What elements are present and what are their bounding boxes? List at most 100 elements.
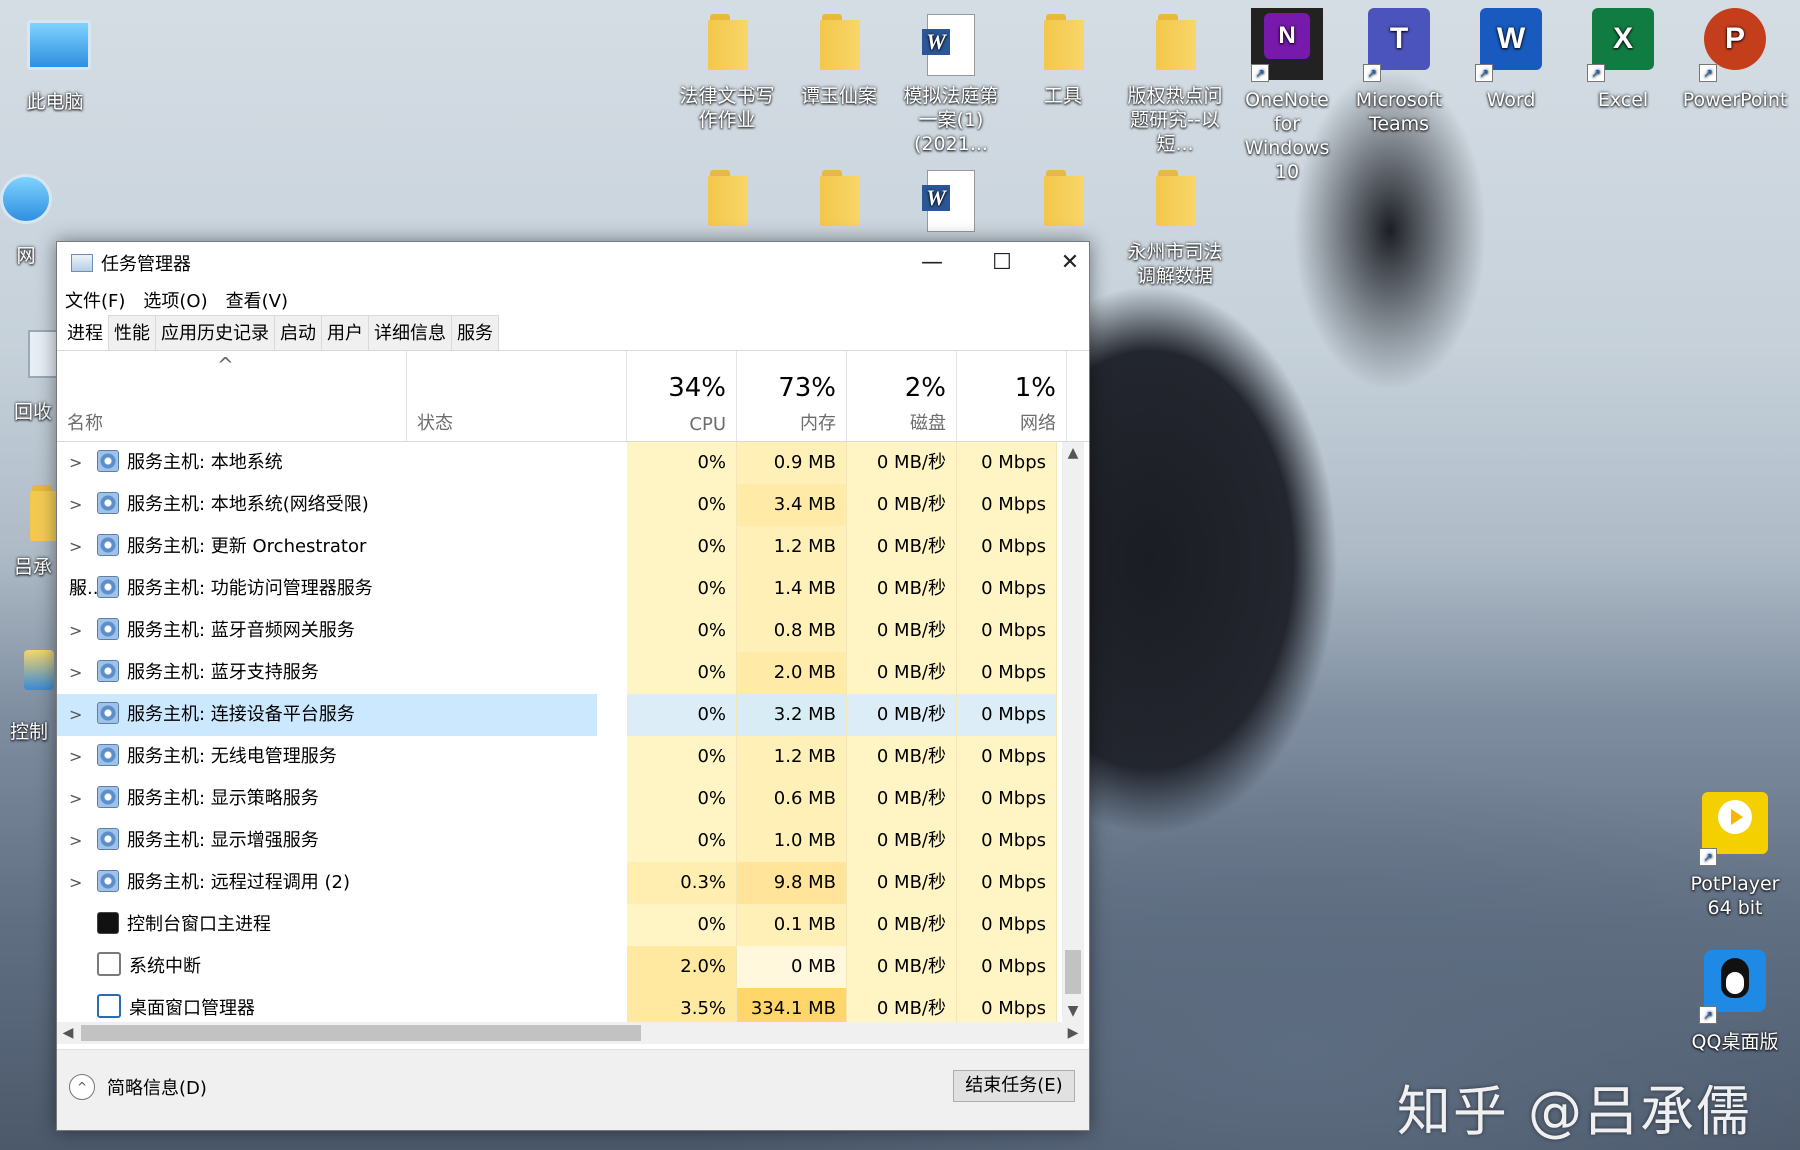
vertical-scrollbar[interactable]: ▲ ▼ [1062, 442, 1084, 1022]
desktop-doc-moot-court[interactable]: W 模拟法庭第一案(1) (2021... [896, 14, 1006, 156]
desktop-folder-tools[interactable]: 工具 [1008, 14, 1118, 108]
chevron-right-icon[interactable]: > [69, 652, 89, 694]
table-row[interactable]: 系统中断 2.0% 0 MB 0 MB/秒 0 Mbps [57, 946, 1062, 988]
desktop-app-excel[interactable]: X ↗ Excel [1568, 8, 1678, 112]
fewer-details-button[interactable]: ^ 简略信息(D) [69, 1074, 207, 1100]
desktop-icon-user-folder[interactable]: 吕承 [14, 485, 59, 579]
tab-app-history[interactable]: 应用历史记录 [155, 315, 275, 350]
column-disk[interactable]: 2% 磁盘 [847, 351, 957, 441]
chevron-right-icon[interactable]: > [69, 526, 89, 568]
menu-view[interactable]: 查看(V) [224, 287, 290, 313]
title-bar[interactable]: 任务管理器 — ☐ ✕ [57, 242, 1089, 284]
desktop-app-potplayer[interactable]: ↗ PotPlayer 64 bit [1680, 792, 1790, 920]
process-name: 服务主机: 功能访问管理器服务 [127, 578, 373, 599]
qq-penguin-icon [1704, 950, 1766, 1012]
chevron-right-icon[interactable]: > [69, 862, 89, 904]
table-row[interactable]: > 服务主机: 蓝牙支持服务 0% 2.0 MB 0 MB/秒 0 Mbps [57, 652, 1062, 694]
process-name-cell: > 服务主机: 连接设备平台服务 [57, 694, 407, 736]
gear-icon [97, 618, 119, 640]
gear-icon [97, 702, 119, 724]
close-button[interactable]: ✕ [1035, 242, 1105, 284]
desktop-app-teams[interactable]: T ↗ Microsoft Teams [1344, 8, 1454, 136]
end-task-button[interactable]: 结束任务(E) [953, 1070, 1075, 1102]
desktop-app-powerpoint[interactable]: P ↗ PowerPoint [1680, 8, 1790, 112]
chevron-right-icon[interactable]: > [69, 820, 89, 862]
desktop-folder-row2-c[interactable] [1008, 170, 1118, 240]
maximize-button[interactable]: ☐ [967, 242, 1037, 284]
process-name: 服务主机: 本地系统 [127, 452, 283, 473]
chevron-right-icon[interactable]: > [69, 484, 89, 526]
gear-icon [97, 492, 119, 514]
desktop-folder-tan-case[interactable]: 谭玉仙案 [784, 14, 894, 108]
folder-icon [816, 14, 862, 70]
desktop-icon-this-pc[interactable]: 此电脑 [0, 14, 110, 114]
desktop-app-qq[interactable]: ↗ QQ桌面版 [1680, 950, 1790, 1054]
table-row[interactable]: > 服务主机: 无线电管理服务 0% 1.2 MB 0 MB/秒 0 Mbps [57, 736, 1062, 778]
process-disk-cell: 0 MB/秒 [847, 526, 957, 568]
desktop-icon-label: 工具 [1043, 85, 1082, 107]
column-memory[interactable]: 73% 内存 [737, 351, 847, 441]
table-row[interactable]: 控制台窗口主进程 0% 0.1 MB 0 MB/秒 0 Mbps [57, 904, 1062, 946]
table-row[interactable]: > 服务主机: 更新 Orchestrator 服... 0% 1.2 MB 0 MB/… [57, 526, 1062, 599]
desktop-folder-legal-writing[interactable]: 法律文书写作作业 [672, 14, 782, 132]
table-row[interactable]: 桌面窗口管理器 3.5% 334.1 MB 0 MB/秒 0 Mbps [57, 988, 1062, 1022]
process-mem-cell: 1.2 MB [737, 526, 847, 568]
process-cpu-cell: 0.3% [627, 862, 737, 904]
scroll-thumb[interactable] [1065, 950, 1081, 994]
chevron-right-icon[interactable]: > [69, 568, 89, 610]
column-network[interactable]: 1% 网络 [957, 351, 1067, 441]
chevron-right-icon[interactable]: > [69, 442, 89, 484]
table-row[interactable]: > 服务主机: 本地系统(网络受限) 0% 3.4 MB 0 MB/秒 0 Mbps [57, 484, 1062, 526]
minimize-button[interactable]: — [897, 242, 967, 284]
column-cpu[interactable]: 34% CPU [627, 351, 737, 441]
table-row[interactable]: > 服务主机: 功能访问管理器服务 0% 1.4 MB 0 MB/秒 0 Mbps [57, 568, 1062, 610]
desktop-folder-row2-b[interactable] [784, 170, 894, 240]
process-name: 控制台窗口主进程 [127, 914, 271, 935]
column-name[interactable]: ^ 名称 [57, 351, 407, 441]
desktop-folder-copyright[interactable]: 版权热点问题研究--以短... [1120, 14, 1230, 156]
tab-processes[interactable]: 进程 [61, 315, 109, 350]
menu-file[interactable]: 文件(F) [63, 287, 127, 313]
desktop-icon-label: 版权热点问题研究--以短... [1127, 85, 1223, 155]
desktop-doc-row2[interactable]: W [896, 170, 1006, 240]
process-mem-cell: 0 MB [737, 946, 847, 988]
scroll-left-icon[interactable]: ◀ [57, 1022, 79, 1044]
process-net-cell: 0 Mbps [957, 652, 1057, 694]
desktop-app-word[interactable]: W ↗ Word [1456, 8, 1566, 112]
table-row[interactable]: > 服务主机: 连接设备平台服务 0% 3.2 MB 0 MB/秒 0 Mbps [57, 694, 1062, 736]
tab-startup[interactable]: 启动 [274, 315, 322, 350]
desktop-folder-row2-a[interactable] [672, 170, 782, 240]
menu-options[interactable]: 选项(O) [141, 287, 209, 313]
task-manager-window[interactable]: 任务管理器 — ☐ ✕ 文件(F) 选项(O) 查看(V) 进程 性能 应用历史… [56, 241, 1090, 1131]
scroll-down-icon[interactable]: ▼ [1062, 1000, 1084, 1022]
tab-performance[interactable]: 性能 [108, 315, 156, 350]
scroll-up-icon[interactable]: ▲ [1062, 442, 1084, 464]
horizontal-scrollbar[interactable]: ◀ ▶ [57, 1022, 1084, 1044]
chevron-right-icon[interactable]: > [69, 694, 89, 736]
table-row[interactable]: > 服务主机: 远程过程调用 (2) 0.3% 9.8 MB 0 MB/秒 0 Mbps [57, 862, 1062, 904]
desktop-app-onenote[interactable]: N ↗ OneNote for Windows 10 [1232, 8, 1342, 184]
tab-services[interactable]: 服务 [451, 315, 499, 350]
tab-details[interactable]: 详细信息 [368, 315, 452, 350]
table-row[interactable]: > 服务主机: 显示策略服务 0% 0.6 MB 0 MB/秒 0 Mbps [57, 778, 1062, 820]
process-disk-cell: 0 MB/秒 [847, 988, 957, 1022]
sort-up-icon: ^ [217, 353, 234, 377]
tab-users[interactable]: 用户 [321, 315, 369, 350]
table-row[interactable]: > 服务主机: 显示增强服务 0% 1.0 MB 0 MB/秒 0 Mbps [57, 820, 1062, 862]
process-net-cell: 0 Mbps [957, 694, 1057, 736]
chevron-right-icon[interactable]: > [69, 736, 89, 778]
chevron-right-icon[interactable]: > [69, 610, 89, 652]
table-row[interactable]: > 服务主机: 本地系统 0% 0.9 MB 0 MB/秒 0 Mbps [57, 442, 1062, 484]
process-cpu-cell: 0% [627, 736, 737, 778]
table-row[interactable]: > 服务主机: 蓝牙音频网关服务 0% 0.8 MB 0 MB/秒 0 Mbps [57, 610, 1062, 652]
chevron-right-icon[interactable]: > [69, 778, 89, 820]
desktop-icon-control-panel[interactable]: 控制 [10, 650, 56, 744]
desktop-folder-yongzhou[interactable]: 永州市司法调解数据 [1120, 170, 1230, 288]
desktop-icon-network[interactable]: 网 [0, 168, 56, 268]
scroll-right-icon[interactable]: ▶ [1062, 1022, 1084, 1044]
process-status-cell [407, 946, 597, 988]
gear-icon [97, 450, 119, 472]
desktop-icon-recycle-bin[interactable]: 回收 [14, 330, 59, 424]
scroll-thumb-horizontal[interactable] [81, 1025, 641, 1041]
column-status[interactable]: 状态 [407, 351, 627, 441]
